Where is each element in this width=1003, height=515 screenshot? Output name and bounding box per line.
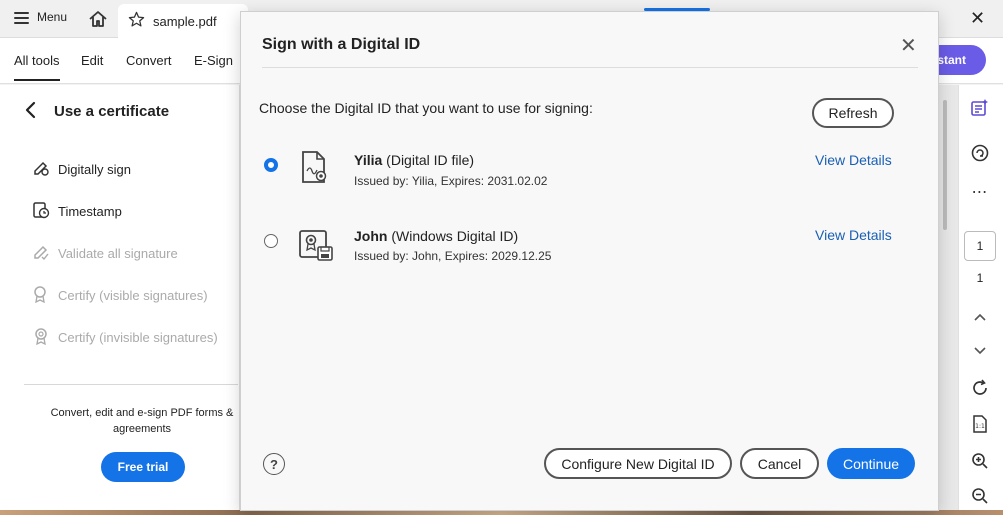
chevron-up-icon[interactable] — [969, 306, 991, 328]
id-type: (Digital ID file) — [386, 152, 475, 168]
menu-label: Menu — [37, 10, 68, 24]
view-details-john-link[interactable]: View Details — [815, 227, 892, 243]
tab-all-tools[interactable]: All tools — [14, 53, 60, 81]
radio-id-john[interactable] — [264, 234, 278, 248]
id-name-john: John (Windows Digital ID) — [354, 228, 518, 244]
id-holder-name: John — [354, 228, 388, 244]
certify-invisible-icon — [32, 327, 50, 348]
help-icon[interactable]: ? — [263, 453, 285, 475]
free-trial-button[interactable]: Free trial — [101, 452, 185, 482]
dialog-prompt: Choose the Digital ID that you want to u… — [259, 100, 593, 116]
doc-tab-label: sample.pdf — [153, 13, 217, 29]
refresh-button[interactable]: Refresh — [812, 98, 894, 128]
more-options-icon[interactable]: ⋯ — [969, 181, 991, 203]
cancel-button[interactable]: Cancel — [740, 448, 819, 479]
dialog-divider — [262, 67, 918, 68]
chevron-down-icon[interactable] — [969, 340, 991, 362]
hamburger-icon — [14, 11, 29, 24]
dialog-title: Sign with a Digital ID — [262, 36, 421, 53]
tool-timestamp[interactable]: Timestamp — [32, 201, 122, 222]
panel-divider — [24, 384, 238, 385]
svg-text:1:1: 1:1 — [975, 423, 985, 430]
tab-edit[interactable]: Edit — [81, 53, 103, 68]
id-name-yilia: Yilia (Digital ID file) — [354, 152, 474, 168]
continue-button[interactable]: Continue — [827, 448, 915, 479]
actual-size-icon[interactable]: 1:1 — [969, 413, 991, 435]
right-rail: ⋯ 1 1 1:1 — [958, 85, 1003, 515]
home-icon[interactable] — [88, 10, 108, 31]
id-type: (Windows Digital ID) — [391, 228, 519, 244]
tool-label: Certify (visible signatures) — [58, 288, 208, 303]
validate-icon — [32, 243, 50, 264]
back-arrow-icon[interactable] — [24, 101, 36, 122]
tool-digitally-sign[interactable]: Digitally sign — [32, 159, 131, 180]
id-issuer-john: Issued by: John, Expires: 2029.12.25 — [354, 249, 552, 263]
zoom-out-icon[interactable] — [969, 485, 991, 507]
configure-new-digital-id-button[interactable]: Configure New Digital ID — [544, 448, 732, 479]
tool-certify-visible: Certify (visible signatures) — [32, 285, 208, 306]
zoom-in-icon[interactable] — [969, 450, 991, 472]
tool-label: Timestamp — [58, 204, 122, 219]
id-issuer-yilia: Issued by: Yilia, Expires: 2031.02.02 — [354, 174, 548, 188]
comment-panel-icon[interactable] — [969, 97, 991, 119]
panel-title: Use a certificate — [54, 103, 170, 120]
tool-certify-invisible: Certify (invisible signatures) — [32, 327, 218, 348]
certify-visible-icon — [32, 285, 50, 306]
document-scrollbar[interactable] — [943, 100, 947, 230]
digital-sign-icon — [32, 159, 50, 180]
timestamp-icon — [32, 201, 50, 222]
tool-label: Certify (invisible signatures) — [58, 330, 218, 345]
tab-e-sign[interactable]: E-Sign — [194, 53, 233, 68]
tool-label: Validate all signature — [58, 246, 178, 261]
windows-digital-id-icon — [297, 225, 335, 265]
digital-id-file-icon — [297, 149, 335, 189]
star-icon[interactable] — [128, 11, 145, 31]
id-holder-name: Yilia — [354, 152, 383, 168]
page-number-input[interactable]: 1 — [964, 231, 996, 261]
promo-text: Convert, edit and e-sign PDF forms & agr… — [50, 407, 234, 435]
panel-header: Use a certificate — [24, 101, 169, 122]
tool-validate-all-signature: Validate all signature — [32, 243, 178, 264]
tab-convert[interactable]: Convert — [126, 53, 172, 68]
radio-id-yilia[interactable] — [264, 158, 278, 172]
tool-label: Digitally sign — [58, 162, 131, 177]
rotate-icon[interactable] — [969, 377, 991, 399]
menu-button[interactable]: Menu — [14, 10, 67, 24]
close-icon[interactable]: ✕ — [970, 8, 985, 28]
sign-digital-id-dialog: Sign with a Digital ID ✕ Choose the Digi… — [240, 11, 939, 511]
tab-sample-pdf[interactable]: sample.pdf — [118, 4, 248, 38]
left-panel: Use a certificate Digitally sign Timesta… — [0, 85, 240, 515]
view-details-yilia-link[interactable]: View Details — [815, 152, 892, 168]
page-total: 1 — [976, 271, 984, 285]
comment-icon[interactable] — [969, 142, 991, 164]
dialog-close-icon[interactable]: ✕ — [900, 36, 917, 56]
